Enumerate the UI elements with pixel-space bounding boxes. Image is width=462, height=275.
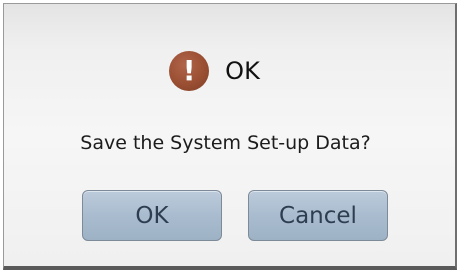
dialog-message: Save the System Set-up Data? bbox=[80, 132, 371, 154]
exclamation-glyph: ! bbox=[182, 54, 196, 87]
exclamation-icon: ! bbox=[169, 51, 210, 91]
cancel-button[interactable]: Cancel bbox=[248, 190, 388, 241]
dialog-header: ! OK bbox=[4, 50, 455, 92]
dialog-title: OK bbox=[225, 57, 260, 85]
confirm-dialog: ! OK Save the System Set-up Data? OK Can… bbox=[3, 3, 457, 270]
ok-button[interactable]: OK bbox=[82, 190, 222, 241]
